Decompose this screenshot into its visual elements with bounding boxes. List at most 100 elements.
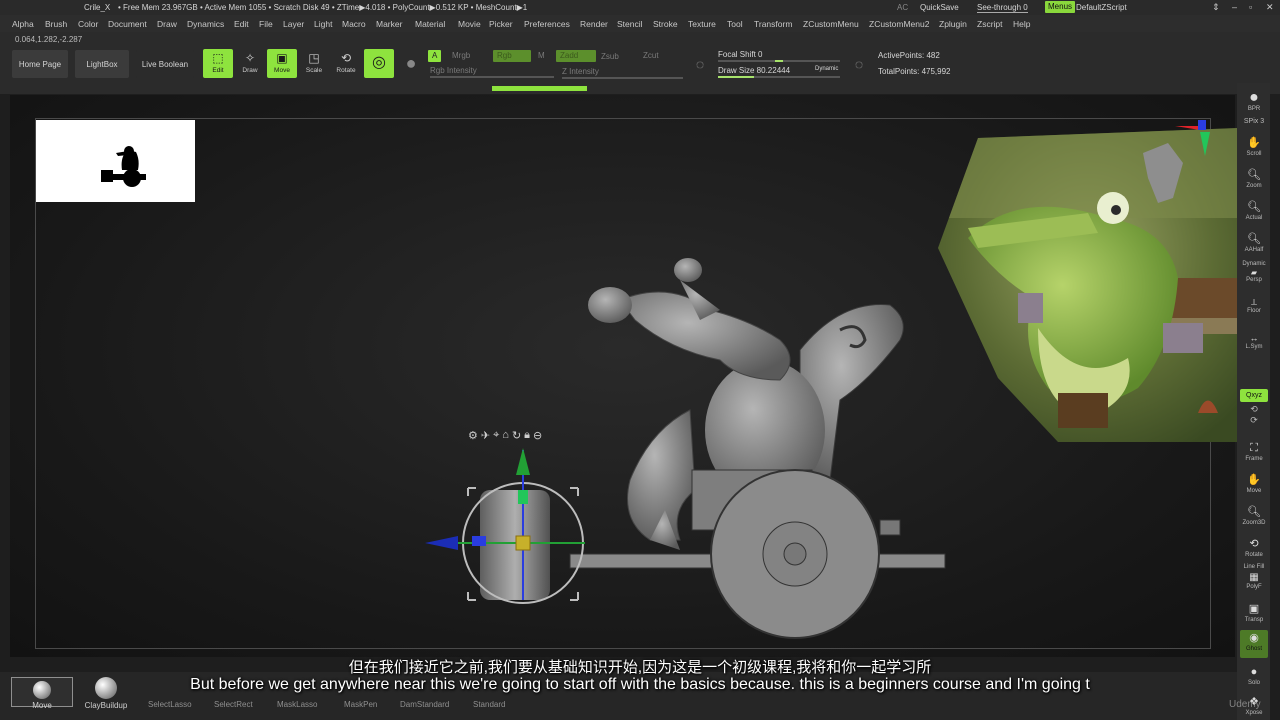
menu-zplugin[interactable]: Zplugin: [939, 19, 967, 29]
menus-toggle[interactable]: Menus: [1045, 1, 1076, 13]
frame-button[interactable]: ⛶ Frame: [1240, 440, 1268, 468]
default-zscript-button[interactable]: DefaultZScript: [1076, 3, 1127, 12]
menu-marker[interactable]: Marker: [376, 19, 402, 29]
reference-image[interactable]: [938, 128, 1238, 442]
live-boolean-button[interactable]: Live Boolean: [136, 50, 194, 78]
a-toggle[interactable]: A: [428, 50, 442, 62]
close-icon[interactable]: ✕: [1266, 2, 1274, 13]
persp-button[interactable]: ▰ Persp: [1240, 268, 1268, 288]
menu-document[interactable]: Document: [108, 19, 147, 29]
spix-slider[interactable]: SPix 3: [1240, 118, 1268, 130]
rotate-view-button[interactable]: ⟲ Rotate: [1240, 536, 1268, 564]
menu-layer[interactable]: Layer: [283, 19, 304, 29]
zadd-toggle[interactable]: Zadd: [556, 50, 596, 62]
mrgb-toggle[interactable]: Mrgb: [452, 51, 470, 60]
rotate-button[interactable]: ⟲ Rotate: [331, 49, 361, 78]
move-button[interactable]: ▣ Move: [267, 49, 297, 78]
menu-macro[interactable]: Macro: [342, 19, 366, 29]
material-button[interactable]: ●: [396, 49, 426, 78]
quicksave-button[interactable]: QuickSave: [920, 3, 959, 12]
brush-maskpen[interactable]: MaskPen: [344, 700, 377, 709]
m-toggle[interactable]: M: [538, 51, 545, 60]
draw-size-fill[interactable]: [718, 76, 754, 78]
menu-help[interactable]: Help: [1013, 19, 1030, 29]
menu-transform[interactable]: Transform: [754, 19, 792, 29]
menu-material[interactable]: Material: [415, 19, 445, 29]
scroll-button[interactable]: ✋ Scroll: [1240, 135, 1268, 163]
magnifier-icon: 🔍︎: [1247, 201, 1261, 213]
menu-texture[interactable]: Texture: [688, 19, 716, 29]
aahalf-button[interactable]: 🔍︎ AAHalf: [1240, 231, 1268, 259]
menu-render[interactable]: Render: [580, 19, 608, 29]
z-intensity-track[interactable]: [562, 77, 683, 79]
minus-icon[interactable]: ⊖: [533, 429, 542, 442]
menu-file[interactable]: File: [259, 19, 273, 29]
brush-standard[interactable]: Standard: [473, 700, 505, 709]
focal-shift-icon[interactable]: ◌: [689, 56, 711, 78]
draw-size-slider[interactable]: Draw Size 80.22444: [718, 66, 790, 75]
lock-icon[interactable]: 🔒︎: [524, 429, 530, 442]
gear-icon[interactable]: ⚙: [468, 429, 478, 442]
polyf-button[interactable]: ▦ PolyF: [1240, 572, 1268, 594]
menu-stencil[interactable]: Stencil: [617, 19, 643, 29]
brush-masklasso[interactable]: MaskLasso: [277, 700, 317, 709]
brush-damstandard[interactable]: DamStandard: [400, 700, 449, 709]
menu-dynamics[interactable]: Dynamics: [187, 19, 224, 29]
actual-button[interactable]: 🔍︎ Actual: [1240, 199, 1268, 227]
menu-preferences[interactable]: Preferences: [524, 19, 570, 29]
collapse-icon[interactable]: ⇕: [1212, 2, 1220, 13]
menu-movie[interactable]: Movie: [458, 19, 481, 29]
focal-shift-slider[interactable]: Focal Shift 0: [718, 50, 762, 59]
reset-icon[interactable]: ↻: [512, 429, 521, 442]
qxyz-button[interactable]: Qxyz: [1240, 389, 1268, 402]
move-view-button[interactable]: ✋ Move: [1240, 472, 1268, 500]
navigation-thumbnail[interactable]: [36, 120, 195, 202]
d-mode-icon[interactable]: ◌: [848, 56, 870, 78]
menu-zscript[interactable]: Zscript: [977, 19, 1003, 29]
edit-button[interactable]: ⬚ Edit: [203, 49, 233, 78]
maximize-icon[interactable]: ▫: [1249, 2, 1252, 12]
home-page-button[interactable]: Home Page: [12, 50, 68, 78]
menu-alpha[interactable]: Alpha: [12, 19, 34, 29]
rgb-toggle[interactable]: Rgb: [493, 50, 531, 62]
zoom3d-button[interactable]: 🔍︎ Zoom3D: [1240, 504, 1268, 532]
focal-shift-knob[interactable]: [775, 60, 783, 62]
zoom-button[interactable]: 🔍︎ Zoom: [1240, 167, 1268, 195]
dynamic-toggle[interactable]: Dynamic: [815, 66, 838, 72]
menu-edit[interactable]: Edit: [234, 19, 249, 29]
pin-icon[interactable]: ✈: [481, 429, 490, 442]
ghost-button[interactable]: ◉ Ghost: [1240, 630, 1268, 658]
zcut-toggle[interactable]: Zcut: [643, 51, 659, 60]
menu-color[interactable]: Color: [78, 19, 98, 29]
minimize-icon[interactable]: –: [1232, 2, 1237, 12]
scale-button[interactable]: ◳ Scale: [299, 49, 329, 78]
floor-label: Floor: [1247, 308, 1261, 314]
menu-brush[interactable]: Brush: [45, 19, 67, 29]
menu-tool[interactable]: Tool: [727, 19, 743, 29]
menu-stroke[interactable]: Stroke: [653, 19, 678, 29]
floor-button[interactable]: ⟂ Floor: [1240, 296, 1268, 318]
zsub-toggle[interactable]: Zsub: [601, 52, 619, 61]
menu-picker[interactable]: Picker: [489, 19, 513, 29]
brush-selectrect[interactable]: SelectRect: [214, 700, 253, 709]
home-icon[interactable]: ⌂: [502, 429, 509, 442]
axis-rotate-icons[interactable]: ⟲ ⟳: [1240, 404, 1268, 434]
gizmo-toggle[interactable]: ◎: [364, 49, 394, 78]
bpr-button[interactable]: ● BPR: [1240, 90, 1268, 118]
z-intensity-slider[interactable]: Z Intensity: [562, 67, 599, 76]
menu-light[interactable]: Light: [314, 19, 332, 29]
menu-draw[interactable]: Draw: [157, 19, 177, 29]
draw-button[interactable]: ✧ Draw: [235, 49, 265, 78]
brush-selectlasso[interactable]: SelectLasso: [148, 700, 192, 709]
seethrough-slider[interactable]: See-through 0: [977, 3, 1028, 13]
menu-zcustommenu[interactable]: ZCustomMenu: [803, 19, 859, 29]
rgb-intensity-slider[interactable]: Rgb Intensity: [430, 66, 477, 75]
crocodile-chariot-model[interactable]: [420, 250, 960, 650]
lightbox-button[interactable]: LightBox: [75, 50, 129, 78]
menu-zcustommenu2[interactable]: ZCustomMenu2: [869, 19, 929, 29]
transp-button[interactable]: ▣ Transp: [1240, 601, 1268, 629]
location-icon[interactable]: ⌖: [493, 429, 499, 442]
lsym-button[interactable]: ↔ L.Sym: [1240, 332, 1268, 354]
axis-indicator[interactable]: [1170, 116, 1215, 161]
rgb-intensity-track[interactable]: [430, 76, 554, 78]
